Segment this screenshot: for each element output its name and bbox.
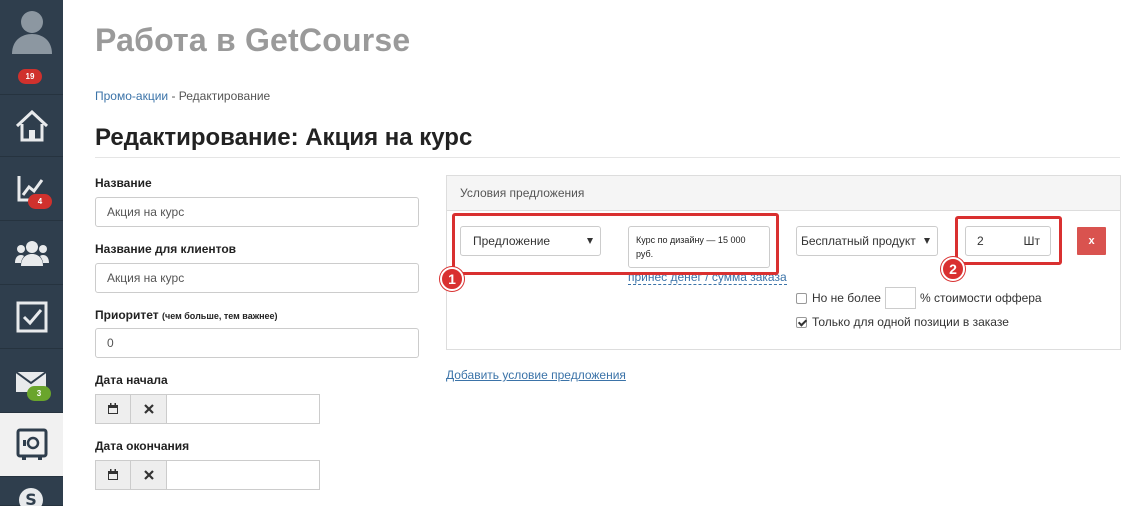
end-date-clear-button[interactable] (131, 460, 167, 490)
start-date-input[interactable] (167, 394, 320, 424)
benefit-value: Бесплатный продукт (801, 234, 916, 248)
sidebar: 19 4 3 S (0, 0, 63, 506)
conditions-panel-title: Условия предложения (447, 176, 1120, 211)
name-input[interactable]: Акция на курс (95, 197, 419, 227)
start-date-label: Дата начала (95, 373, 168, 387)
annotation-highlight-1 (452, 213, 779, 275)
priority-label: Приоритет (чем больше, тем важнее) (95, 308, 278, 322)
heading-divider (95, 157, 1120, 158)
single-position-checkbox[interactable] (796, 316, 807, 328)
end-date-label: Дата окончания (95, 439, 190, 453)
end-date-calendar-button[interactable] (95, 460, 131, 490)
user-avatar-icon (12, 11, 52, 54)
priority-hint: (чем больше, тем важнее) (161, 311, 278, 321)
messages-badge: 3 (27, 386, 51, 401)
breadcrumb-link-promo[interactable]: Промо-акции (95, 89, 168, 103)
client-name-label: Название для клиентов (95, 242, 237, 256)
breadcrumb: Промо-акции - Редактирование (95, 89, 270, 103)
annotation-marker-2: 2 (941, 257, 965, 281)
annotation-highlight-2 (955, 216, 1062, 265)
svg-text:S: S (25, 490, 37, 506)
help-icon: S (19, 488, 43, 506)
start-date-clear-button[interactable] (131, 394, 167, 424)
sidebar-safe[interactable] (0, 413, 63, 477)
annotation-marker-1: 1 (440, 267, 464, 291)
end-date-group (95, 460, 320, 490)
notification-badge: 19 (18, 69, 42, 84)
close-icon (143, 404, 154, 414)
sidebar-analytics[interactable]: 4 (0, 157, 63, 221)
end-date-input[interactable] (167, 460, 320, 490)
priority-input[interactable]: 0 (95, 328, 419, 358)
limit-checkbox[interactable] (796, 292, 807, 304)
sidebar-home[interactable] (0, 95, 63, 157)
client-name-input[interactable]: Акция на курс (95, 263, 419, 293)
limit-row: Но не более % стоимости оффера (796, 287, 1042, 309)
breadcrumb-current: Редактирование (178, 89, 271, 103)
close-icon (143, 470, 154, 480)
analytics-badge: 4 (28, 194, 52, 209)
benefit-select[interactable]: Бесплатный продукт (796, 226, 938, 256)
delete-condition-button[interactable]: x (1077, 227, 1106, 255)
safe-icon (16, 428, 47, 460)
sidebar-users[interactable] (0, 221, 63, 285)
start-date-group (95, 394, 320, 424)
app-title: Работа в GetCourse (95, 22, 411, 58)
limit-suffix: % стоимости оффера (919, 291, 1042, 305)
single-position-label: Только для одной позиции в заказе (812, 315, 1009, 329)
calendar-icon (108, 403, 118, 414)
sidebar-profile[interactable]: 19 (0, 0, 63, 95)
name-label: Название (95, 176, 152, 190)
single-position-row: Только для одной позиции в заказе (796, 315, 1009, 329)
limit-prefix: Но не более (812, 291, 881, 305)
home-icon (15, 109, 48, 141)
users-icon (14, 240, 49, 266)
start-date-calendar-button[interactable] (95, 394, 131, 424)
sidebar-messages[interactable]: 3 (0, 349, 63, 413)
breadcrumb-separator: - (168, 89, 179, 103)
chevron-down-icon (924, 238, 930, 244)
sidebar-more[interactable]: S (0, 477, 63, 506)
sidebar-tasks[interactable] (0, 285, 63, 349)
add-condition-link[interactable]: Добавить условие предложения (446, 368, 626, 382)
checkbox-icon (16, 301, 47, 332)
page-title: Редактирование: Акция на курс (95, 124, 473, 151)
limit-percent-input[interactable] (884, 287, 916, 309)
priority-label-text: Приоритет (95, 308, 159, 322)
calendar-icon (108, 469, 118, 480)
